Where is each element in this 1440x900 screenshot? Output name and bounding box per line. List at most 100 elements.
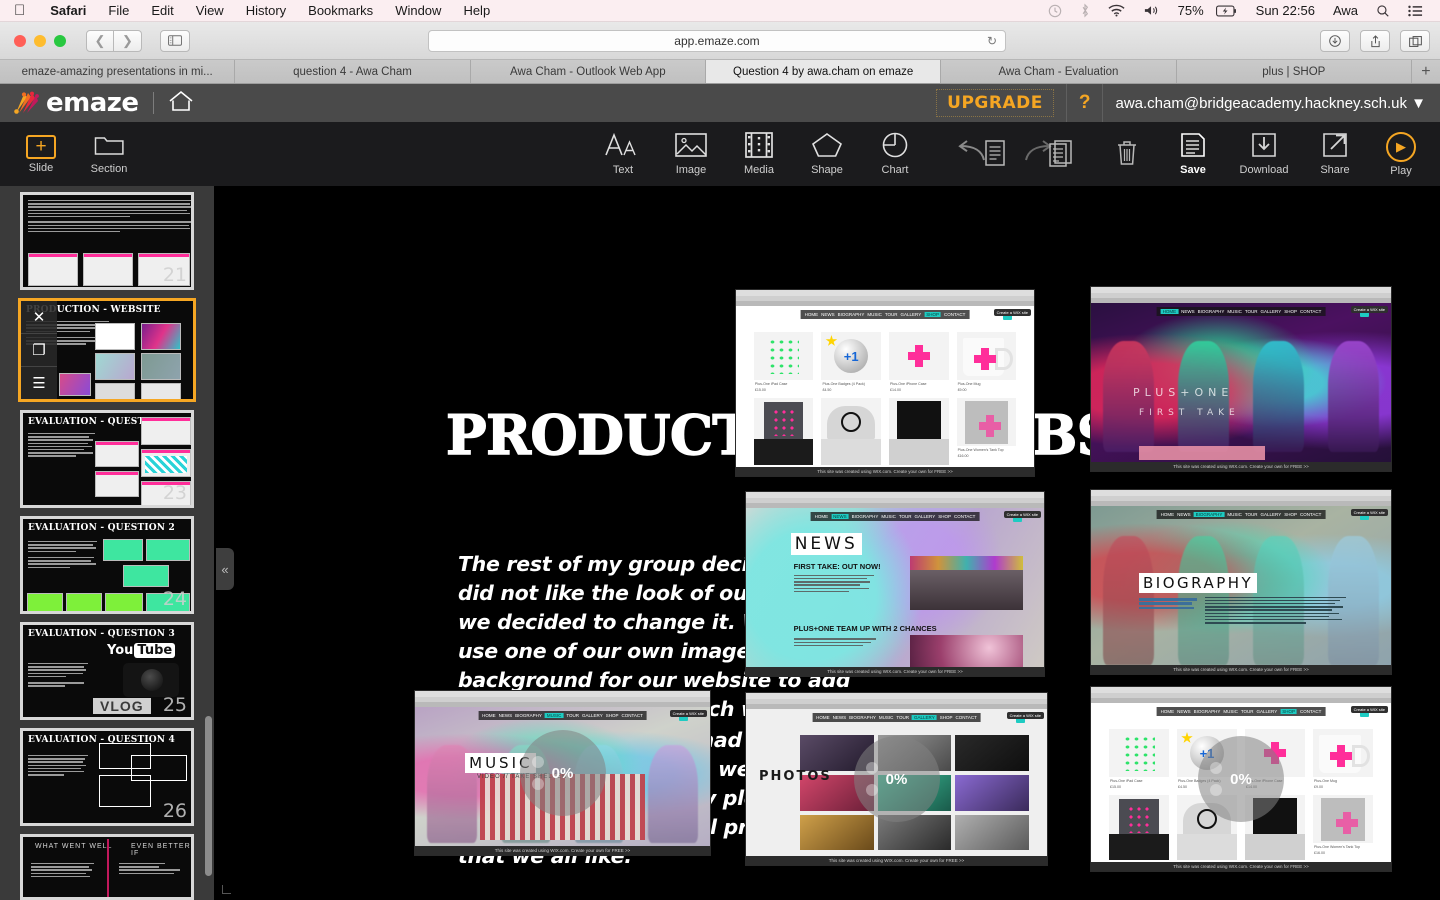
home-icon[interactable] xyxy=(168,90,194,117)
canvas-corner-marker xyxy=(222,885,231,894)
slide-thumbnail-production-website-selected[interactable]: PRODUCTION - WEBSITE ✕ ❐ ☰ xyxy=(18,298,196,402)
browser-tab-1[interactable]: question 4 - Awa Cham xyxy=(235,60,471,83)
nav-contact: CONTACT xyxy=(1299,709,1322,714)
close-window-button[interactable] xyxy=(14,34,26,47)
duplicate-slide-button[interactable] xyxy=(1030,139,1092,170)
notes-button[interactable] xyxy=(964,139,1026,170)
nav-tour: TOUR xyxy=(1244,512,1258,517)
shot4-browser-chrome xyxy=(1091,490,1391,496)
menu-item-history[interactable]: History xyxy=(235,0,297,22)
browser-tab-3-active[interactable]: Question 4 by awa.cham on emaze xyxy=(705,60,942,83)
slide-thumbnail-evaluation-question-1[interactable]: EVALUATION - QUESTION 1 23 xyxy=(20,410,194,508)
save-button[interactable]: Save xyxy=(1162,132,1224,176)
download-button[interactable]: Download xyxy=(1228,132,1300,176)
share-button[interactable]: Share xyxy=(1304,132,1366,176)
forward-button[interactable]: ❯ xyxy=(114,29,142,52)
thumb-eval2-shot-1 xyxy=(103,539,143,561)
shot3-news-photo-1 xyxy=(909,555,1024,610)
collapse-panel-button[interactable]: « xyxy=(216,548,234,590)
menu-item-help[interactable]: Help xyxy=(452,0,501,22)
slide-panel-scrollbar[interactable] xyxy=(205,716,212,876)
music-page-screenshot[interactable]: HOME NEWS BIOGRAPHY MUSIC TOUR GALLERY S… xyxy=(414,690,711,856)
menu-item-window[interactable]: Window xyxy=(384,0,452,22)
slide-canvas[interactable]: PRODUCTION - WEBSITE The rest of my grou… xyxy=(214,186,1440,900)
slide-thumbnail-overlay-actions[interactable]: ✕ ❐ ☰ xyxy=(21,301,57,399)
product-image-empty xyxy=(957,439,1017,465)
browser-tab-2[interactable]: Awa Cham - Outlook Web App xyxy=(470,60,706,83)
shot6-page-heading: PHOTOS xyxy=(759,768,832,784)
spotlight-search-icon[interactable] xyxy=(1367,0,1399,22)
slide-menu-icon[interactable]: ☰ xyxy=(21,367,57,399)
nav-news: NEWS xyxy=(1181,309,1195,314)
shot3-page-heading: NEWS xyxy=(790,533,862,556)
sidebar-toggle-icon[interactable] xyxy=(160,29,190,52)
slide-thumbnail-panel[interactable]: 21 PRODUCTION - WEBSITE ✕ ❐ ☰ EVALUATION… xyxy=(0,186,214,900)
add-section-button[interactable]: Section xyxy=(78,133,140,175)
menu-item-edit[interactable]: Edit xyxy=(140,0,184,22)
account-menu[interactable]: awa.cham@bridgeacademy.hackney.sch.uk ▼ xyxy=(1115,95,1440,112)
upgrade-button[interactable]: UPGRADE xyxy=(936,89,1054,117)
share-button[interactable] xyxy=(1360,30,1390,52)
slide-thumbnail-evaluation-question-2[interactable]: EVALUATION - QUESTION 2 24 xyxy=(20,516,194,614)
thumb-eval3-number: 25 xyxy=(162,694,187,716)
slide-thumbnail-21[interactable]: 21 xyxy=(20,192,194,290)
browser-tab-4[interactable]: Awa Cham - Evaluation xyxy=(941,60,1177,83)
add-slide-button[interactable]: + Slide xyxy=(10,133,72,175)
help-button[interactable]: ? xyxy=(1079,92,1091,114)
text-tool[interactable]: Text xyxy=(592,132,654,176)
chart-tool[interactable]: Chart xyxy=(864,132,926,176)
photo-cell xyxy=(800,814,874,851)
news-page-screenshot[interactable]: HOME NEWS BIOGRAPHY MUSIC TOUR GALLERY S… xyxy=(745,491,1045,677)
browser-tab-5[interactable]: plus | SHOP xyxy=(1176,60,1412,83)
emaze-logo[interactable]: emaze xyxy=(12,90,139,116)
shop-page-screenshot-2[interactable]: HOME NEWS BIOGRAPHY MUSIC TOUR GALLERY S… xyxy=(1090,686,1392,872)
media-tool[interactable]: Media xyxy=(728,132,790,176)
notification-center-icon[interactable] xyxy=(1399,0,1432,22)
close-slide-icon[interactable]: ✕ xyxy=(21,301,57,334)
duplicate-slide-icon[interactable]: ❐ xyxy=(21,334,57,367)
slide-thumbnail-www-ebi[interactable]: WHAT WENT WELL EVEN BETTER IF xyxy=(20,834,194,900)
image-tool[interactable]: Image xyxy=(660,132,722,176)
thumb-21-shot-1 xyxy=(28,253,78,286)
toolbar-right-group: Save Download Share ▶ Play xyxy=(964,131,1432,177)
apple-menu-icon[interactable]:  xyxy=(14,3,25,18)
slide-thumbnail-evaluation-question-4[interactable]: EVALUATION - QUESTION 4 26 xyxy=(20,728,194,826)
photo-cell xyxy=(955,814,1029,851)
shot5-wix-footer: This site was created using WIX.com. Cre… xyxy=(415,846,710,855)
reload-icon[interactable]: ↻ xyxy=(987,34,997,48)
biography-page-screenshot[interactable]: HOME NEWS BIOGRAPHY MUSIC TOUR GALLERY S… xyxy=(1090,489,1392,675)
shape-tool[interactable]: Shape xyxy=(796,132,858,176)
downloads-button[interactable] xyxy=(1320,30,1350,52)
new-tab-button[interactable]: + xyxy=(1411,60,1440,83)
address-bar[interactable]: app.emaze.com ↻ xyxy=(428,30,1006,52)
maximize-window-button[interactable] xyxy=(54,34,66,47)
bluetooth-icon[interactable] xyxy=(1071,0,1099,22)
nav-shop: SHOP xyxy=(1284,309,1297,314)
home-page-screenshot[interactable]: HOME NEWS BIOGRAPHY MUSIC TOUR GALLERY S… xyxy=(1090,286,1392,472)
menu-item-bookmarks[interactable]: Bookmarks xyxy=(297,0,384,22)
band-art-strip xyxy=(909,555,1024,570)
shop-page-screenshot[interactable]: HOME NEWS BIOGRAPHY MUSIC TOUR GALLERY S… xyxy=(735,289,1035,477)
menu-item-file[interactable]: File xyxy=(97,0,140,22)
thumb-eval1-shot-1 xyxy=(95,441,139,467)
time-machine-icon[interactable] xyxy=(1039,0,1071,22)
shot3-page: HOME NEWS BIOGRAPHY MUSIC TOUR GALLERY S… xyxy=(746,508,1044,667)
chevron-down-icon[interactable]: ▼ xyxy=(1411,95,1426,112)
delete-slide-button[interactable] xyxy=(1096,139,1158,170)
minimize-window-button[interactable] xyxy=(34,34,46,47)
menu-item-safari[interactable]: Safari xyxy=(39,0,97,22)
browser-tab-0[interactable]: emaze-amazing presentations in mi... xyxy=(0,60,236,83)
slide-thumbnail-evaluation-question-3[interactable]: EVALUATION - QUESTION 3 You Tube VLOG 25 xyxy=(20,622,194,720)
wifi-icon[interactable] xyxy=(1099,0,1134,22)
menu-bar-user[interactable]: Awa xyxy=(1324,0,1367,22)
menu-item-view[interactable]: View xyxy=(185,0,235,22)
menu-bar-clock[interactable]: Sun 22:56 xyxy=(1247,0,1324,22)
back-button[interactable]: ❮ xyxy=(86,29,114,52)
battery-charging-icon[interactable] xyxy=(1213,0,1247,22)
show-all-tabs-button[interactable] xyxy=(1400,30,1430,52)
volume-icon[interactable] xyxy=(1134,0,1169,22)
window-controls[interactable] xyxy=(14,34,66,47)
thumb-eval2-shot-2 xyxy=(146,539,190,561)
play-button[interactable]: ▶ Play xyxy=(1370,131,1432,177)
photos-page-screenshot[interactable]: HOME NEWS BIOGRAPHY MUSIC TOUR GALLERY S… xyxy=(745,692,1048,866)
